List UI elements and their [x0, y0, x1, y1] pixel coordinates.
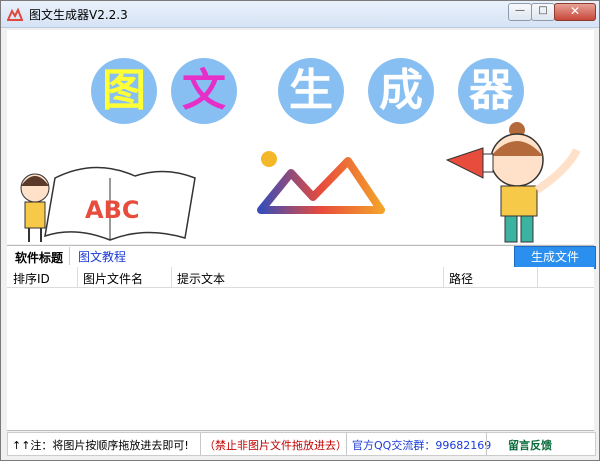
minimize-icon[interactable]: — — [508, 3, 532, 21]
column-divider[interactable] — [537, 267, 538, 287]
column-header-sort-id[interactable]: 排序ID — [13, 270, 50, 287]
title-field-row: 软件标题 生成文件 — [7, 245, 596, 269]
app-window: 图文生成器V2.2.3 — □ ✕ 图 文 生 成 器 ABC 软件标题 图文教… — [0, 0, 600, 461]
banner-char-1: 图 — [91, 58, 157, 124]
column-header-prompt-text[interactable]: 提示文本 — [177, 270, 225, 287]
drag-hint-text: ↑↑注：将图片按顺序拖放进去即可! — [12, 439, 189, 452]
banner-char-4: 成 — [368, 58, 434, 124]
table-header: 排序ID 图片文件名 提示文本 路径 — [7, 267, 594, 288]
banner-char-2: 文 — [171, 58, 237, 124]
generate-file-button[interactable]: 生成文件 — [514, 246, 596, 269]
girl-megaphone-illustration — [445, 122, 581, 243]
column-divider[interactable] — [77, 267, 78, 287]
title-bar[interactable]: 图文生成器V2.2.3 — □ ✕ — [1, 1, 599, 28]
warning-text: （禁止非图片文件拖放进去） — [204, 439, 347, 452]
status-divider — [486, 433, 487, 455]
window-title: 图文生成器V2.2.3 — [29, 8, 128, 22]
column-header-path[interactable]: 路径 — [449, 270, 473, 287]
qq-group-text: 官方QQ交流群：99682169 — [352, 439, 492, 452]
banner-char-5: 器 — [458, 58, 524, 124]
software-title-label: 软件标题 — [15, 251, 64, 265]
mountain-logo-icon — [257, 157, 385, 214]
status-divider — [200, 433, 201, 455]
image-list-table[interactable]: 排序ID 图片文件名 提示文本 路径 — [7, 267, 594, 431]
abc-letters: ABC — [85, 196, 139, 224]
close-icon[interactable]: ✕ — [554, 3, 596, 21]
software-title-input[interactable] — [69, 247, 518, 265]
column-header-filename[interactable]: 图片文件名 — [83, 270, 143, 287]
status-divider — [346, 433, 347, 455]
column-divider[interactable] — [171, 267, 172, 287]
status-bar: ↑↑注：将图片按顺序拖放进去即可! （禁止非图片文件拖放进去） 官方QQ交流群：… — [7, 432, 596, 456]
maximize-icon[interactable]: □ — [531, 3, 555, 21]
feedback-link[interactable]: 留言反馈 — [508, 437, 552, 453]
banner-image: 图 文 生 成 器 ABC — [7, 30, 594, 244]
app-logo-icon — [7, 7, 23, 21]
girl-reading-illustration: ABC — [20, 166, 196, 242]
banner-char-3: 生 — [278, 58, 344, 124]
column-divider[interactable] — [443, 267, 444, 287]
